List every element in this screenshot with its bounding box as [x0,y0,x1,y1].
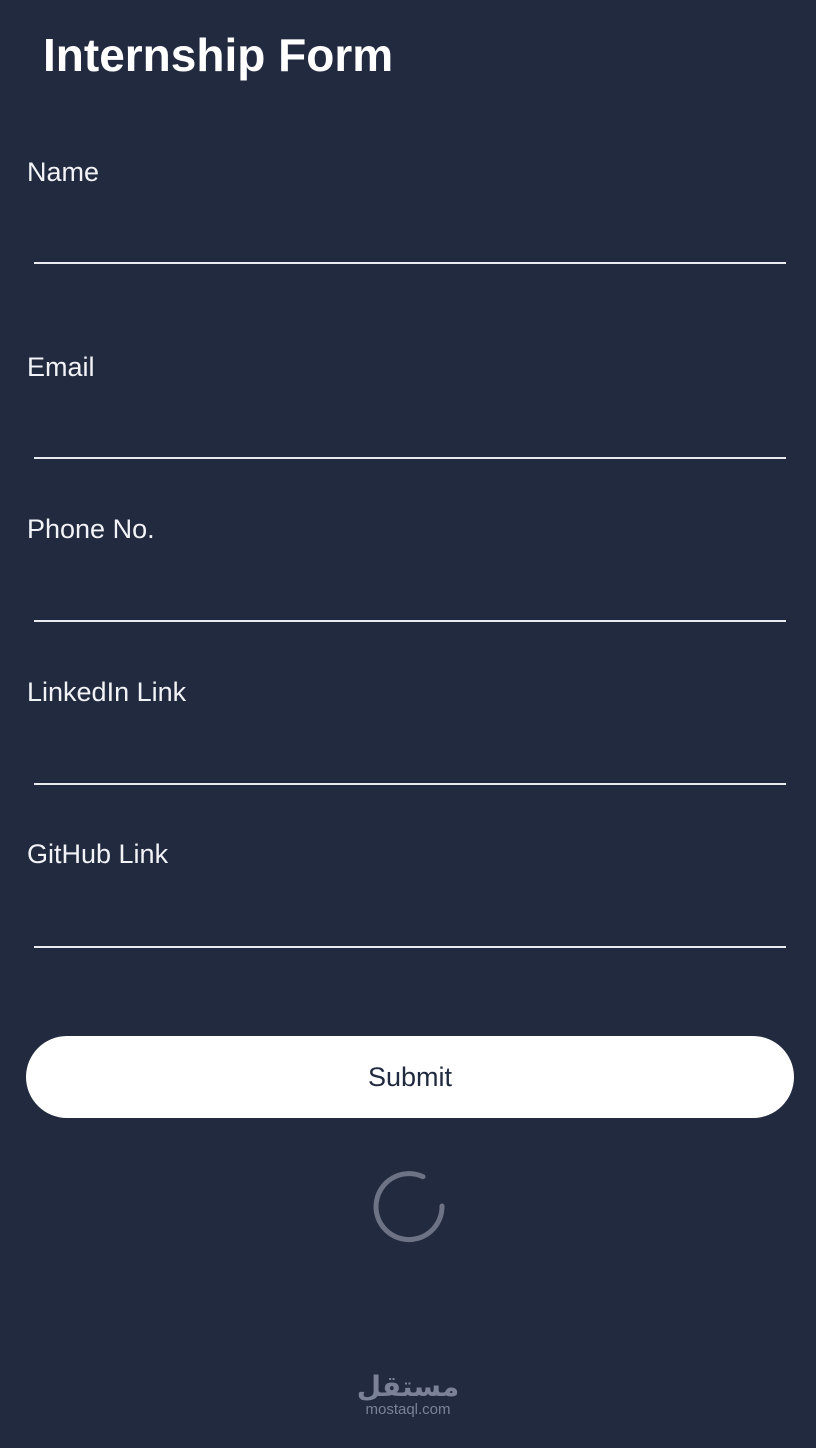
watermark: مستقل mostaql.com [330,1372,486,1418]
internship-form-screen: Internship Form Name Email Phone No. Lin… [0,0,816,1448]
linkedin-input[interactable] [34,737,786,785]
name-label: Name [27,157,100,187]
github-input[interactable] [34,900,786,948]
submit-button[interactable]: Submit [26,1036,794,1118]
spinner-icon [373,1171,445,1243]
watermark-domain: mostaql.com [365,1401,451,1418]
phone-input[interactable] [34,574,786,622]
linkedin-label: LinkedIn Link [27,677,187,707]
email-label: Email [27,352,95,382]
github-label: GitHub Link [27,839,169,869]
email-input[interactable] [34,411,786,459]
phone-label: Phone No. [27,514,155,544]
name-input[interactable] [34,216,786,264]
page-title: Internship Form [43,29,394,81]
watermark-logo: مستقل [356,1370,460,1403]
